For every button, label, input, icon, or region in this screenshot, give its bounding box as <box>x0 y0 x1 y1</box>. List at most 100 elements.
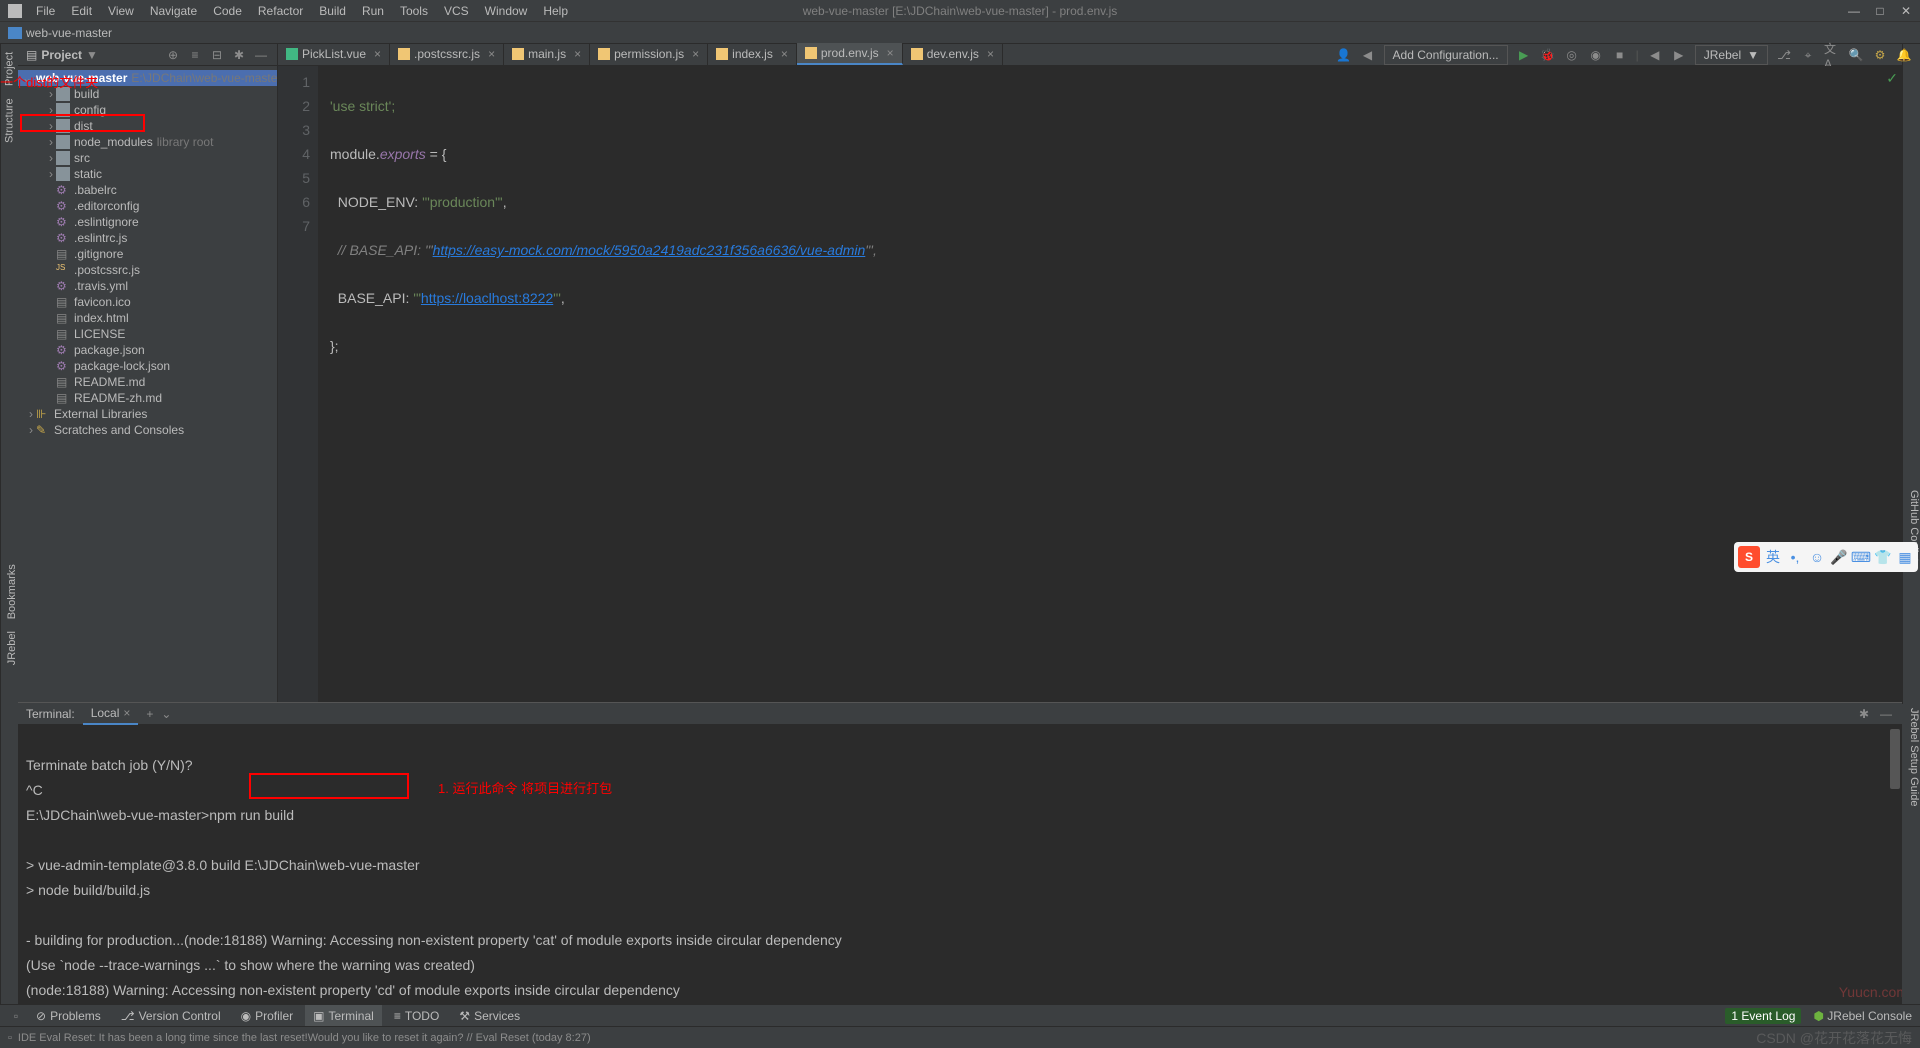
left-tab-structure[interactable]: Structure <box>4 98 16 143</box>
tree-item-package-json[interactable]: ⚙package.json <box>18 342 277 358</box>
maximize-icon[interactable]: □ <box>1874 5 1886 17</box>
status-hide-icon[interactable]: ▫ <box>8 1032 12 1044</box>
debug-icon[interactable]: 🐞 <box>1540 47 1556 63</box>
tree-item-static[interactable]: ›static <box>18 166 277 182</box>
vcs-next-icon[interactable]: ▶ <box>1671 47 1687 63</box>
menu-window[interactable]: Window <box>479 2 534 20</box>
translate-icon[interactable]: 文A <box>1824 47 1840 63</box>
tree-item-dist[interactable]: ›dist <box>18 118 277 134</box>
right-tab-jrebel-setup[interactable]: JRebel Setup Guide <box>1902 708 1920 806</box>
tree-item-package-lock-json[interactable]: ⚙package-lock.json <box>18 358 277 374</box>
notification-icon[interactable]: 🔔 <box>1896 47 1912 63</box>
select-opened-file-icon[interactable]: ⊕ <box>165 47 181 63</box>
stop-icon[interactable]: ■ <box>1612 47 1628 63</box>
ime-emoji-icon[interactable]: ☺ <box>1808 548 1826 566</box>
bottom-tab-todo[interactable]: ≡TODO <box>386 1005 447 1027</box>
editor-tab-dev-env-js[interactable]: dev.env.js× <box>903 43 1003 65</box>
vcs-prev-icon[interactable]: ◀ <box>1647 47 1663 63</box>
chevron-icon[interactable]: › <box>46 119 56 133</box>
ime-skin-icon[interactable]: 👕 <box>1874 548 1892 566</box>
close-tab-icon[interactable]: × <box>987 47 994 61</box>
run-icon[interactable]: ▶ <box>1516 47 1532 63</box>
tree-item--babelrc[interactable]: ⚙.babelrc <box>18 182 277 198</box>
ime-toolbar[interactable]: S 英 •, ☺ 🎤 ⌨ 👕 ▦ <box>1734 542 1918 572</box>
tree-item--gitignore[interactable]: ▤.gitignore <box>18 246 277 262</box>
close-tab-icon[interactable]: × <box>374 47 381 61</box>
menu-file[interactable]: File <box>30 2 61 20</box>
tree-item-src[interactable]: ›src <box>18 150 277 166</box>
tree-item-README-md[interactable]: ▤README.md <box>18 374 277 390</box>
close-icon[interactable]: ✕ <box>1900 5 1912 17</box>
menu-build[interactable]: Build <box>313 2 352 20</box>
menu-vcs[interactable]: VCS <box>438 2 475 20</box>
editor-tab-index-js[interactable]: index.js× <box>708 43 797 65</box>
add-terminal-icon[interactable]: + <box>146 707 153 721</box>
ime-keyboard-icon[interactable]: ⌨ <box>1852 548 1870 566</box>
tree-item-README-zh-md[interactable]: ▤README-zh.md <box>18 390 277 406</box>
profile-icon[interactable]: ◉ <box>1588 47 1604 63</box>
close-tab-icon[interactable]: × <box>887 46 894 60</box>
tree-item--eslintrc-js[interactable]: ⚙.eslintrc.js <box>18 230 277 246</box>
menu-view[interactable]: View <box>102 2 140 20</box>
chevron-icon[interactable]: › <box>46 103 56 117</box>
tree-external-libraries[interactable]: › ⊪ External Libraries <box>18 406 277 422</box>
jrebel-dropdown[interactable]: JRebel ▼ <box>1695 45 1768 65</box>
panel-settings-icon[interactable]: ✱ <box>231 47 247 63</box>
hide-terminal-icon[interactable]: — <box>1878 706 1894 722</box>
close-tab-icon[interactable]: × <box>781 47 788 61</box>
event-log-badge[interactable]: 1 Event Log <box>1725 1008 1801 1024</box>
tree-scratches[interactable]: › ✎ Scratches and Consoles <box>18 422 277 438</box>
close-tab-icon[interactable]: × <box>123 706 130 720</box>
run-configuration-dropdown[interactable]: Add Configuration... <box>1384 45 1508 65</box>
editor-tab-permission-js[interactable]: permission.js× <box>590 43 708 65</box>
ime-voice-icon[interactable]: 🎤 <box>1830 548 1848 566</box>
bottom-tab-profiler[interactable]: ◉Profiler <box>233 1005 302 1027</box>
chevron-icon[interactable]: › <box>46 167 56 181</box>
menu-refactor[interactable]: Refactor <box>252 2 309 20</box>
hide-panel-icon[interactable]: — <box>253 47 269 63</box>
close-tab-icon[interactable]: × <box>488 47 495 61</box>
search-everywhere-icon[interactable]: 🔍 <box>1848 47 1864 63</box>
editor-tab-main-js[interactable]: main.js× <box>504 43 590 65</box>
coverage-icon[interactable]: ◎ <box>1564 47 1580 63</box>
tree-item-favicon-ico[interactable]: ▤favicon.ico <box>18 294 277 310</box>
bottom-tab-services[interactable]: ⚒Services <box>451 1005 528 1027</box>
inspection-status-icon[interactable]: ✓ <box>1886 70 1898 87</box>
expand-all-icon[interactable]: ≡ <box>187 47 203 63</box>
menu-edit[interactable]: Edit <box>65 2 98 20</box>
ime-punct-icon[interactable]: •, <box>1786 548 1804 566</box>
menu-run[interactable]: Run <box>356 2 390 20</box>
project-view-dropdown[interactable]: ▼ <box>86 48 98 62</box>
bottom-tab-vcs[interactable]: ⎇Version Control <box>113 1005 229 1027</box>
bottom-toggle-icon[interactable]: ▫ <box>8 1008 24 1024</box>
collapse-all-icon[interactable]: ⊟ <box>209 47 225 63</box>
sogou-icon[interactable]: S <box>1738 546 1760 568</box>
locate-icon[interactable]: ⌖ <box>1800 47 1816 63</box>
chevron-icon[interactable]: › <box>46 135 56 149</box>
user-icon[interactable]: 👤 <box>1336 47 1352 63</box>
terminal-output[interactable]: Terminate batch job (Y/N)? ^C E:\JDChain… <box>18 725 1902 1004</box>
bottom-tab-terminal[interactable]: ▣Terminal <box>305 1005 382 1027</box>
editor-tab-PickList-vue[interactable]: PickList.vue× <box>278 43 390 65</box>
ime-toolbox-icon[interactable]: ▦ <box>1896 548 1914 566</box>
back-icon[interactable]: ◀ <box>1360 47 1376 63</box>
terminal-tab-local[interactable]: Local × <box>83 703 139 725</box>
close-tab-icon[interactable]: × <box>574 47 581 61</box>
menu-navigate[interactable]: Navigate <box>144 2 203 20</box>
minimize-icon[interactable]: — <box>1848 5 1860 17</box>
left-tab-jrebel[interactable]: JRebel <box>0 631 18 665</box>
editor-tab-prod-env-js[interactable]: prod.env.js× <box>797 43 903 65</box>
editor-tab--postcssrc-js[interactable]: .postcssrc.js× <box>390 43 504 65</box>
jrebel-console-tab[interactable]: ⬢ JRebel Console <box>1813 1009 1912 1023</box>
close-tab-icon[interactable]: × <box>692 47 699 61</box>
breadcrumb[interactable]: web-vue-master <box>26 26 112 40</box>
menu-code[interactable]: Code <box>207 2 248 20</box>
git-icon[interactable]: ⎇ <box>1776 47 1792 63</box>
left-tab-bookmarks[interactable]: Bookmarks <box>0 564 18 619</box>
tree-item-node_modules[interactable]: ›node_moduleslibrary root <box>18 134 277 150</box>
tree-item--postcssrc-js[interactable]: JS.postcssrc.js <box>18 262 277 278</box>
menu-help[interactable]: Help <box>537 2 574 20</box>
terminal-settings-icon[interactable]: ✱ <box>1856 706 1872 722</box>
ime-lang-toggle[interactable]: 英 <box>1764 548 1782 566</box>
bottom-tab-problems[interactable]: ⊘Problems <box>28 1005 109 1027</box>
